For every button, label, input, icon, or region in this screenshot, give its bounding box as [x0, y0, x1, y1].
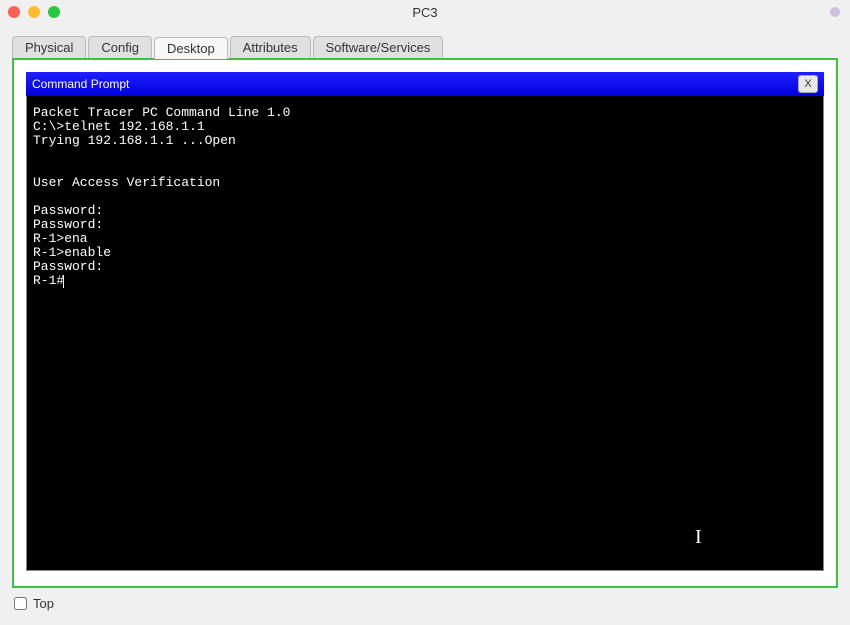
terminal-line: R-1# — [33, 273, 64, 288]
terminal-line: Password: — [33, 217, 111, 232]
top-checkbox-label: Top — [33, 596, 54, 611]
minimize-window-icon[interactable] — [28, 6, 40, 18]
tab-physical[interactable]: Physical — [12, 36, 86, 58]
terminal-line: User Access Verification — [33, 175, 220, 190]
corner-dot-icon — [830, 7, 840, 17]
desktop-content-area: Command Prompt X Packet Tracer PC Comman… — [12, 58, 838, 588]
terminal-line: R-1>ena — [33, 231, 88, 246]
bottom-row: Top — [0, 588, 850, 619]
command-prompt-title: Command Prompt — [32, 77, 129, 91]
top-checkbox[interactable] — [14, 597, 27, 610]
text-cursor-icon: I — [695, 530, 702, 544]
tab-attributes[interactable]: Attributes — [230, 36, 311, 58]
tab-software-services[interactable]: Software/Services — [313, 36, 444, 58]
tab-config[interactable]: Config — [88, 36, 152, 58]
command-prompt-titlebar: Command Prompt X — [26, 72, 824, 96]
terminal-line: R-1>enable — [33, 245, 111, 260]
tab-desktop[interactable]: Desktop — [154, 37, 228, 59]
terminal-line: Trying 192.168.1.1 ...Open — [33, 133, 236, 148]
command-prompt-close-button[interactable]: X — [798, 75, 818, 93]
close-window-icon[interactable] — [8, 6, 20, 18]
terminal-line: Packet Tracer PC Command Line 1.0 — [33, 105, 290, 120]
window-titlebar: PC3 — [0, 0, 850, 24]
tabs-row: Physical Config Desktop Attributes Softw… — [0, 34, 850, 58]
terminal-line: Password: — [33, 259, 111, 274]
traffic-lights — [8, 6, 60, 18]
maximize-window-icon[interactable] — [48, 6, 60, 18]
terminal-cursor-icon — [63, 275, 64, 288]
terminal-line: C:\>telnet 192.168.1.1 — [33, 119, 205, 134]
terminal[interactable]: Packet Tracer PC Command Line 1.0 C:\>te… — [26, 96, 824, 571]
terminal-line: Password: — [33, 203, 111, 218]
window-title: PC3 — [412, 5, 437, 20]
